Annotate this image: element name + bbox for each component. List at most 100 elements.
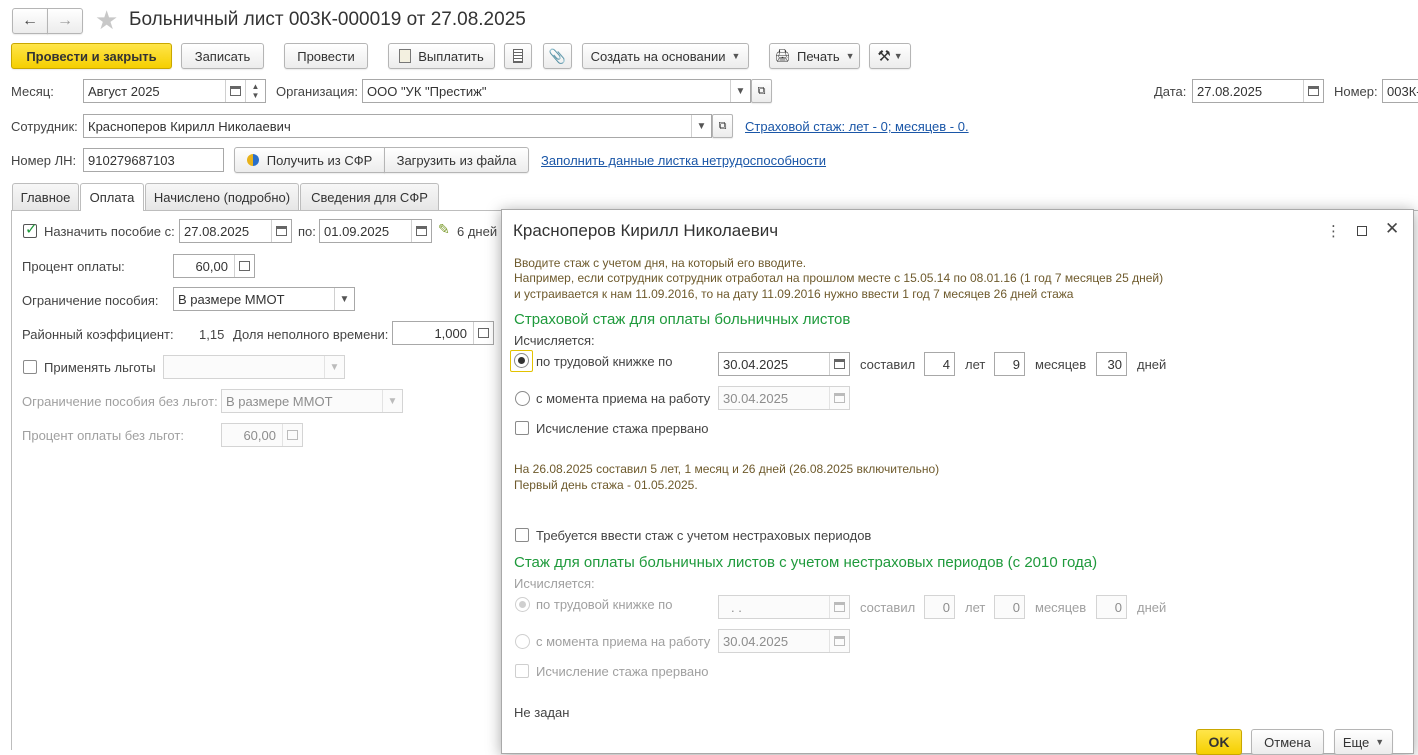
pay-button[interactable]: Выплатить [388,43,495,69]
open-organization-button[interactable]: ⧉ [751,79,772,103]
tab-sfr-info[interactable]: Сведения для СФР [300,183,439,210]
months-field[interactable]: 9 [994,352,1025,376]
calendar-icon[interactable] [829,596,849,618]
employee-field[interactable]: Красноперов Кирилл Николаевич ▼ [83,114,712,138]
noninsurance-checkbox[interactable] [515,528,529,542]
assign-benefit-checkbox[interactable]: ✓ [23,221,38,238]
pay-button-label: Выплатить [418,48,484,64]
date-field[interactable]: 27.08.2025 [1192,79,1324,103]
assign-to-value: 01.09.2025 [324,223,390,239]
load-from-file-button[interactable]: Загрузить из файла [384,147,529,173]
limit-value: В размере ММОТ [178,291,285,307]
employee-value: Красноперов Кирилл Николаевич [88,118,291,134]
insurance-record-link[interactable]: Страховой стаж: лет - 0; месяцев - 0. [745,119,969,134]
month-field[interactable]: Август 2025 ▲ ▼ [83,79,266,103]
months-label-2: месяцев [1035,600,1087,615]
maximize-icon[interactable] [1357,226,1367,236]
calendar-icon[interactable] [829,353,849,375]
calculator-icon[interactable] [473,322,493,344]
calendar-icon[interactable] [829,387,849,409]
organization-field[interactable]: ООО "УК "Престиж" ▼ [362,79,751,103]
print-label: Печать [797,48,840,64]
chevron-down-icon[interactable]: ▼ [324,356,344,378]
chevron-down-icon: ▼ [845,51,855,61]
radio-from-hire-2[interactable] [515,634,530,649]
hire-date-field[interactable]: 30.04.2025 [718,386,850,410]
days-field-2[interactable]: 0 [1096,595,1127,619]
months-field-2[interactable]: 0 [994,595,1025,619]
apply-benefits-checkbox[interactable] [23,360,37,374]
fill-sheet-link[interactable]: Заполнить данные листка нетрудоспособнос… [541,153,826,168]
interrupted-checkbox-2[interactable] [515,664,529,678]
save-button[interactable]: Записать [181,43,264,69]
open-icon: ⧉ [757,84,766,97]
calculator-icon[interactable] [234,255,254,277]
hire-date-field-2[interactable]: 30.04.2025 [718,629,850,653]
years-field-2[interactable]: 0 [924,595,955,619]
workbook-date-field-2[interactable]: . . [718,595,850,619]
spin-icon[interactable]: ▲ ▼ [245,80,265,102]
star-icon[interactable]: ★ [95,6,118,34]
calculator-icon[interactable] [282,424,302,446]
open-employee-button[interactable]: ⧉ [712,114,733,138]
number-field[interactable]: 003К- [1382,79,1418,103]
assign-from-field[interactable]: 27.08.2025 [179,219,292,243]
chevron-down-icon[interactable]: ▼ [334,288,354,310]
register-button[interactable] [504,43,532,69]
section2-title: Стаж для оплаты больничных листов с учет… [514,554,1098,571]
radio-by-workbook[interactable] [514,353,529,368]
radio-from-hire-label: с момента приема на работу [536,391,711,406]
tab-accrued[interactable]: Начислено (подробно) [145,183,299,210]
ln-number-field[interactable]: 910279687103 [83,148,224,172]
percent-nobenefit-field[interactable]: 60,00 [221,423,303,447]
parttime-field[interactable]: 1,000 [392,321,494,345]
checkmark-icon: ✓ [25,221,38,238]
calendar-icon[interactable] [829,630,849,652]
ok-button[interactable]: OK [1196,729,1242,755]
forward-button[interactable]: → [47,8,83,34]
post-and-close-button[interactable]: Провести и закрыть [11,43,172,69]
radio-by-workbook-label: по трудовой книжке по [536,354,673,369]
tab-main[interactable]: Главное [12,183,79,210]
get-from-sfr-button[interactable]: Получить из СФР [234,147,385,173]
print-button[interactable]: 🖨 Печать ▼ [769,43,860,69]
tab-payment[interactable]: Оплата [80,183,144,211]
calendar-icon[interactable] [1303,80,1323,102]
radio-by-workbook-2[interactable] [515,597,530,612]
chevron-down-icon[interactable]: ▼ [730,80,750,102]
get-from-sfr-label: Получить из СФР [266,152,373,168]
close-icon[interactable]: ✕ [1385,219,1399,239]
more-button[interactable]: Еще ▼ [1334,729,1393,755]
limit-nobenefit-field[interactable]: В размере ММОТ ▼ [221,389,403,413]
tools-icon: ⚒ [877,48,891,65]
workbook-date-field[interactable]: 30.04.2025 [718,352,850,376]
post-button[interactable]: Провести [284,43,368,69]
assign-to-field[interactable]: 01.09.2025 [319,219,432,243]
attach-button[interactable]: 📎 [543,43,572,69]
pencil-icon[interactable]: ✎ [438,221,450,238]
tools-button[interactable]: ⚒ ▼ [869,43,911,69]
radio-from-hire[interactable] [515,391,530,406]
limit-field[interactable]: В размере ММОТ ▼ [173,287,355,311]
page-title: Больничный лист 003К-000019 от 27.08.202… [129,9,526,30]
section1-title: Страховой стаж для оплаты больничных лис… [514,311,851,328]
interrupted-checkbox[interactable] [515,421,529,435]
chevron-down-icon[interactable]: ▼ [382,390,402,412]
percent-field[interactable]: 60,00 [173,254,255,278]
benefits-field[interactable]: ▼ [163,355,345,379]
ln-number-value: 910279687103 [88,152,175,168]
percent-nobenefit-value: 60,00 [243,427,276,443]
calendar-icon[interactable] [411,220,431,242]
chevron-down-icon[interactable]: ▼ [691,115,711,137]
more-actions-icon[interactable]: ⋮ [1326,222,1341,240]
cancel-button[interactable]: Отмена [1251,729,1324,755]
calendar-icon[interactable] [271,220,291,242]
ln-number-label: Номер ЛН: [11,153,77,168]
create-based-button[interactable]: Создать на основании ▼ [582,43,749,69]
chevron-down-icon: ▼ [1375,737,1385,747]
years-field[interactable]: 4 [924,352,955,376]
back-button[interactable]: ← [12,8,48,34]
calendar-icon[interactable] [225,80,245,102]
days-field[interactable]: 30 [1096,352,1127,376]
radio-dot [518,357,525,364]
